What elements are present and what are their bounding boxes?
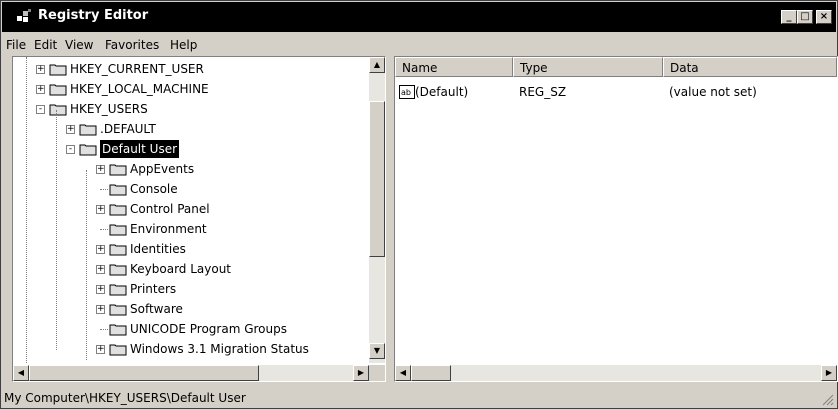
list-horizontal-scrollbar[interactable]: ◀ ▶ [395,365,837,381]
tree-node-label[interactable]: UNICODE Program Groups [130,320,287,338]
scroll-left-button[interactable]: ◀ [13,365,29,381]
tree-connector [100,189,108,190]
regedit-icon [17,9,31,22]
scroll-right-button[interactable]: ▶ [821,365,837,381]
folder-icon [109,244,127,256]
expand-icon[interactable]: + [96,285,105,294]
menu-favorites[interactable]: Favorites [105,38,159,52]
scroll-up-button[interactable]: ▲ [369,57,385,73]
tree-node-label[interactable]: Software [130,300,183,318]
window-title: Registry Editor [38,8,149,23]
menu-help[interactable]: Help [170,38,197,52]
tree-node-label[interactable]: Identities [130,240,186,258]
tree-node-label[interactable]: Control Panel [130,200,210,218]
tree-node-label[interactable]: Default User [100,140,180,158]
tree-node-label[interactable]: Keyboard Layout [130,260,231,278]
value-data: (value not set) [669,85,757,99]
tree-node-label[interactable]: AppEvents [130,160,194,178]
resize-grip-icon[interactable] [822,394,834,406]
value-type: REG_SZ [519,85,567,99]
folder-icon [109,344,127,356]
tree-node-label[interactable]: Console [130,180,178,198]
tree-connector [56,110,57,350]
folder-icon [109,324,127,336]
column-header-name[interactable]: Name [395,57,513,77]
scroll-corner [369,365,385,381]
expand-icon[interactable]: + [96,165,105,174]
open-folder-icon [49,104,67,116]
tree-vertical-scrollbar[interactable]: ▲ ▼ [369,57,385,363]
scroll-down-button[interactable]: ▼ [369,343,385,359]
maximize-button[interactable]: □ [797,10,813,24]
open-folder-icon [79,144,97,156]
menu-edit[interactable]: Edit [34,38,57,52]
scroll-left-button[interactable]: ◀ [395,365,411,381]
title-bar[interactable]: Registry Editor _ □ × [2,2,836,32]
minimize-button[interactable]: _ [781,10,797,24]
tree-node-label[interactable]: Printers [130,280,176,298]
tree-node-label[interactable]: Environment [130,220,207,238]
folder-icon [109,304,127,316]
folder-icon [49,64,67,76]
tree-connector [26,57,27,363]
value-name: (Default) [415,85,469,99]
tree-connector [100,329,108,330]
expand-icon[interactable]: + [96,205,105,214]
expand-icon[interactable]: + [96,245,105,254]
column-header-data[interactable]: Data [663,57,837,77]
expand-icon[interactable]: + [96,265,105,274]
folder-icon [49,84,67,96]
svg-text:ab: ab [401,88,411,97]
tree-connector [100,229,108,230]
tree-node-label[interactable]: HKEY_USERS [70,100,148,118]
column-header-type[interactable]: Type [513,57,663,77]
values-list-pane[interactable]: Name Type Data ab (Default) REG_SZ (valu… [394,56,838,382]
scroll-thumb[interactable] [369,101,385,257]
tree-node-label[interactable]: Windows 3.1 Migration Status [130,340,309,358]
folder-icon [109,204,127,216]
expand-icon[interactable]: + [96,345,105,354]
folder-icon [109,184,127,196]
registry-editor-window: Registry Editor _ □ × File Edit View Fav… [0,0,838,409]
folder-icon [109,284,127,296]
expand-icon[interactable]: + [66,125,75,134]
registry-tree-pane[interactable]: + HKEY_CURRENT_USER + HKEY_LOCAL_MACHINE - HK… [12,56,386,382]
scroll-right-button[interactable]: ▶ [353,365,369,381]
folder-icon [109,164,127,176]
tree-node-label[interactable]: .DEFAULT [100,120,156,138]
scroll-thumb[interactable] [411,365,451,381]
status-path: My Computer\HKEY_USERS\Default User [4,391,246,405]
tree-connector [86,170,87,360]
folder-icon [79,124,97,136]
tree-node-label[interactable]: HKEY_LOCAL_MACHINE [70,80,209,98]
expand-icon[interactable]: + [36,85,45,94]
close-button[interactable]: × [816,10,832,24]
folder-icon [109,224,127,236]
menu-file[interactable]: File [6,38,26,52]
menu-view[interactable]: View [65,38,93,52]
collapse-icon[interactable]: - [36,105,45,114]
scroll-thumb[interactable] [29,365,259,381]
tree-node-label[interactable]: HKEY_CURRENT_USER [70,60,204,78]
expand-icon[interactable]: + [36,65,45,74]
menu-bar: File Edit View Favorites Help [2,33,836,55]
expand-icon[interactable]: + [96,305,105,314]
status-bar: My Computer\HKEY_USERS\Default User [2,387,836,408]
tree-horizontal-scrollbar[interactable]: ◀ ▶ [13,365,369,381]
folder-icon [109,264,127,276]
string-value-icon: ab [399,85,415,99]
collapse-icon[interactable]: - [66,145,75,154]
